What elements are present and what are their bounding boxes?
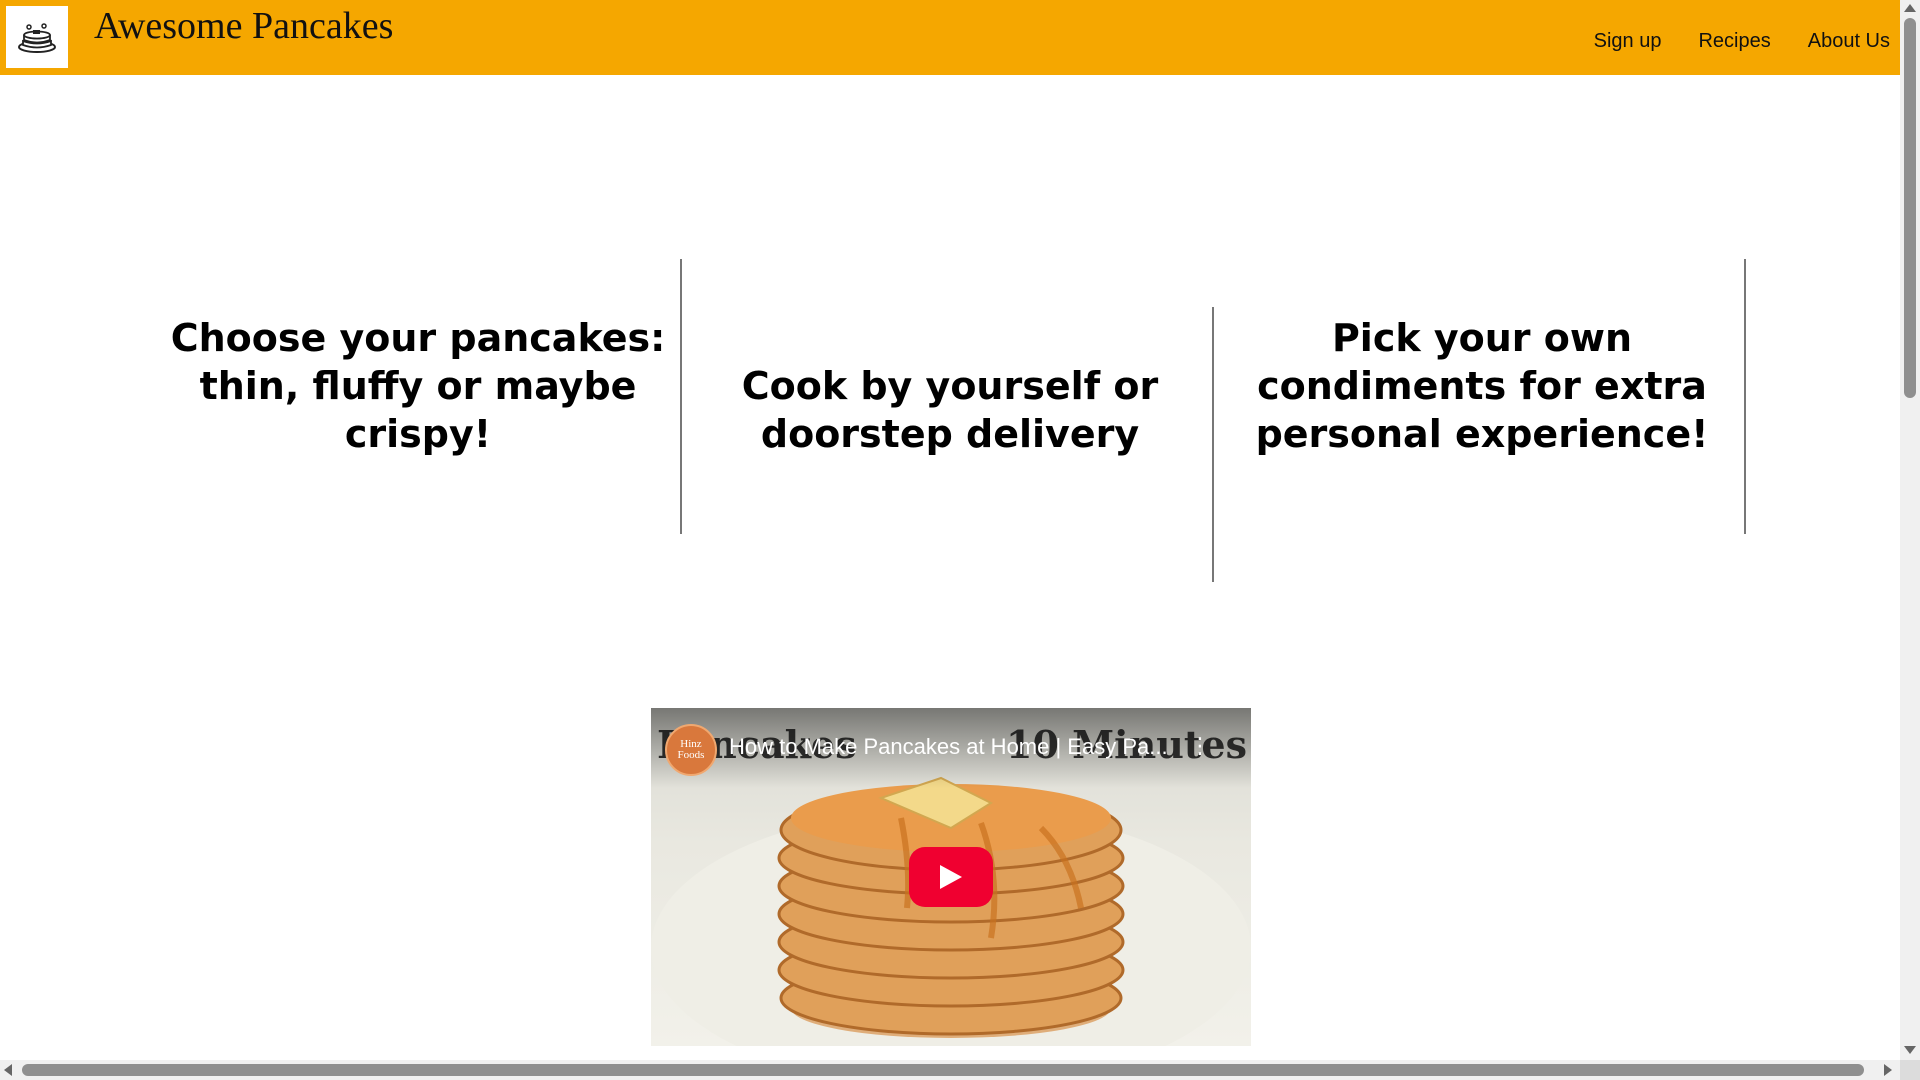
- site-header: Awesome Pancakes Sign up Recipes About U…: [0, 0, 1900, 75]
- feature-divider: [1744, 259, 1746, 534]
- pancake-stack-icon: [18, 23, 56, 53]
- video-embed[interactable]: Pancakes 10 Minutes Hinz Foods How to Ma…: [651, 708, 1251, 1046]
- site-title: Awesome Pancakes: [94, 5, 394, 47]
- youtube-play-icon[interactable]: [909, 847, 993, 907]
- nav-sign-up[interactable]: Sign up: [1594, 30, 1662, 53]
- horizontal-scrollbar[interactable]: [0, 1060, 1900, 1080]
- channel-avatar[interactable]: Hinz Foods: [665, 724, 717, 776]
- feature-divider: [1212, 307, 1214, 582]
- feature-pick-condiments: Pick your own condiments for extra perso…: [1255, 316, 1709, 456]
- feature-divider: [680, 259, 682, 534]
- scroll-right-icon[interactable]: [1884, 1064, 1892, 1076]
- nav-about-us[interactable]: About Us: [1808, 30, 1890, 53]
- scroll-up-icon[interactable]: [1904, 4, 1916, 12]
- scroll-left-icon[interactable]: [4, 1064, 12, 1076]
- logo[interactable]: [6, 6, 68, 68]
- scroll-down-icon[interactable]: [1904, 1046, 1916, 1054]
- page: Awesome Pancakes Sign up Recipes About U…: [0, 0, 1900, 1060]
- scrollbar-corner: [1900, 1060, 1920, 1080]
- feature-cook-or-delivery: Cook by yourself or doorstep delivery: [741, 364, 1159, 456]
- main-nav: Sign up Recipes About Us: [1594, 30, 1890, 53]
- horizontal-scroll-thumb[interactable]: [22, 1064, 1864, 1076]
- vertical-scrollbar[interactable]: [1900, 0, 1920, 1060]
- feature-choose-pancakes: Choose your pancakes: thin, fluffy or ma…: [170, 316, 666, 456]
- video-title[interactable]: How to Make Pancakes at Home | Easy Pa..…: [729, 734, 1169, 760]
- kebab-menu-icon[interactable]: ⋮: [1189, 734, 1211, 759]
- nav-recipes[interactable]: Recipes: [1698, 30, 1770, 53]
- vertical-scroll-thumb[interactable]: [1904, 18, 1916, 398]
